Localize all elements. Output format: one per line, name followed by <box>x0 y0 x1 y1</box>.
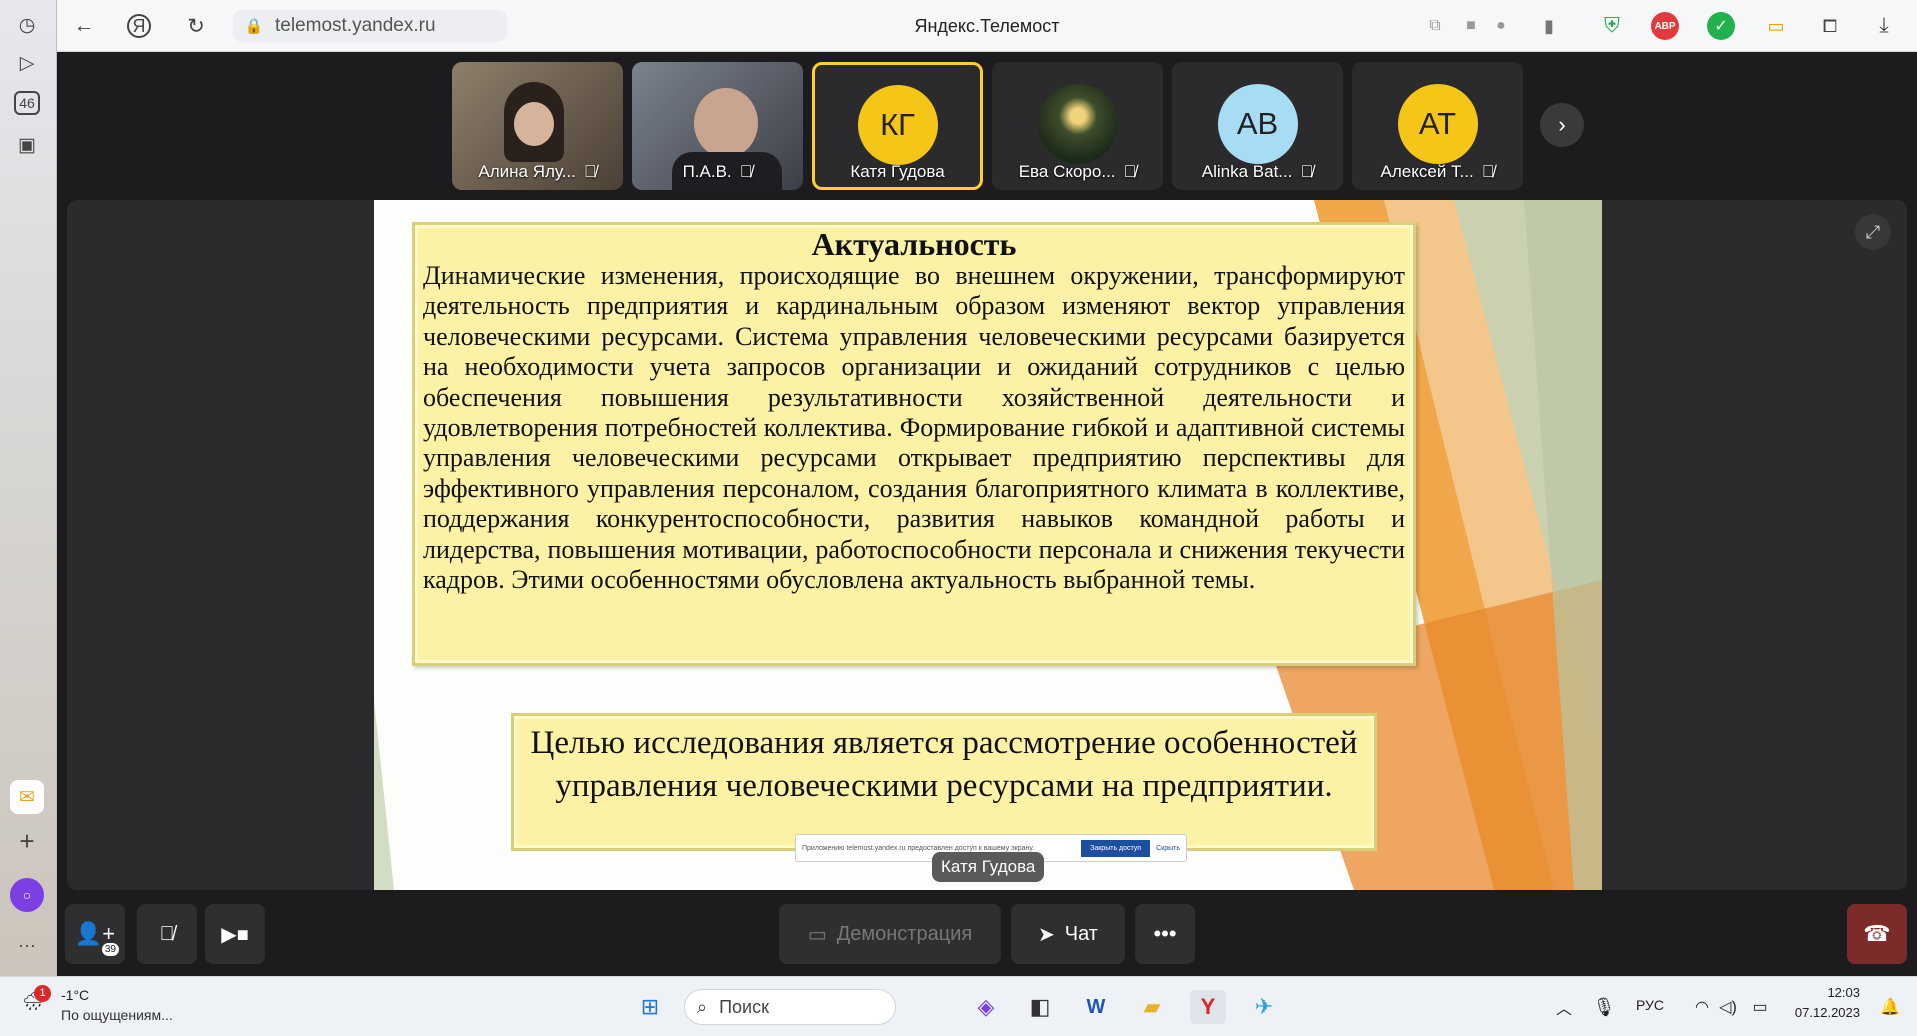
next-participants-chevron-icon[interactable]: › <box>1540 103 1584 147</box>
file-explorer-icon[interactable]: ▰ <box>1134 990 1170 1024</box>
send-icon: ➤ <box>1038 923 1055 946</box>
task-view-icon[interactable]: ◧ <box>1022 990 1058 1024</box>
volume-icon[interactable]: ◁) <box>1710 990 1746 1024</box>
demo-label: Демонстрация <box>836 922 973 945</box>
close-access-button[interactable]: Закрыть доступ <box>1081 839 1151 857</box>
collections-icon[interactable]: ⧠ <box>1815 11 1845 41</box>
adblock-icon[interactable]: ABP <box>1651 12 1679 40</box>
page-title: Яндекс.Телемост <box>914 16 1060 36</box>
taskbar-search[interactable]: ⌕ Поиск <box>684 989 896 1025</box>
lang-indicator[interactable]: РУС <box>1636 997 1664 1013</box>
participant-name: Алина Ялу... <box>478 162 576 181</box>
browser-sidebar: ◷ ▷ 46 ▣ ✉ + ○ ··· <box>0 0 57 976</box>
mic-off-icon: 🎙̸ <box>1123 162 1137 181</box>
telegram-icon[interactable]: ✈ <box>1246 990 1282 1024</box>
notice-text: Приложению telemost.yandex.ru предоставл… <box>802 844 1035 852</box>
battery-ext-icon[interactable]: ▭ <box>1761 11 1791 41</box>
weather-badge: 1 <box>34 985 51 1002</box>
download-icon[interactable]: ⤓ <box>1869 11 1899 41</box>
video-face <box>514 102 554 146</box>
participant-tile[interactable]: AB Alinka Bat... 🎙̸ <box>1172 62 1343 190</box>
participant-name: Алексей Т... <box>1380 162 1474 181</box>
search-icon: ⌕ <box>697 996 708 1017</box>
camera-status-icon[interactable]: ■ <box>1457 11 1485 41</box>
participant-name: П.А.В. <box>682 162 732 181</box>
hangup-button[interactable]: ☎ <box>1847 904 1907 964</box>
badge-46-icon[interactable]: 46 <box>14 91 40 115</box>
participant-tile-active[interactable]: КГ Катя Гудова <box>812 62 983 190</box>
browser-toolbar: ← Я ↻ 🔒 telemost.yandex.ru Яндекс.Телемо… <box>57 0 1917 52</box>
search-placeholder: Поиск <box>719 996 769 1017</box>
participant-name: Катя Гудова <box>850 162 945 181</box>
avatar: КГ <box>857 85 938 165</box>
presentation-slide: Актуальность Динамические изменения, про… <box>374 200 1602 890</box>
yandex-browser-icon[interactable]: Y <box>1190 990 1226 1024</box>
screenshot-icon[interactable]: ▣ <box>10 128 44 162</box>
participant-name: Alinka Bat... <box>1201 162 1293 181</box>
participant-name: Ева Скоро... <box>1018 162 1116 181</box>
battery-icon[interactable]: ▭ <box>1742 990 1778 1024</box>
mail-icon[interactable]: ✉ <box>10 780 44 814</box>
tray-chevron-icon[interactable]: ︿ <box>1546 990 1582 1024</box>
relevance-box: Актуальность Динамические изменения, про… <box>412 222 1416 666</box>
word-icon[interactable]: W <box>1078 990 1114 1024</box>
video-camera-icon: ▶■ <box>221 923 249 946</box>
speaker-label: Катя Гудова <box>932 852 1045 882</box>
mic-off-icon: 🎙̸ <box>739 162 753 181</box>
participant-tile[interactable]: Ева Скоро... 🎙̸ <box>992 62 1163 190</box>
clock-time[interactable]: 12:03 <box>1790 985 1860 1000</box>
play-icon[interactable]: ▷ <box>10 46 44 80</box>
weather-temp[interactable]: -1°C <box>61 987 89 1003</box>
windows-taskbar: 🌧 1 -1°C По ощущениям... ⊞ ⌕ Поиск ◈ ◧ W… <box>0 976 1917 1036</box>
hide-notice-button[interactable]: Скрыть <box>1156 845 1180 852</box>
participant-tile[interactable]: П.А.В. 🎙̸ <box>632 62 803 190</box>
chat-button[interactable]: ➤ Чат <box>1011 904 1125 964</box>
mic-off-icon: 🎙̸ <box>159 922 175 945</box>
goal-text: Целью исследования является рассмотрение… <box>530 725 1358 804</box>
microphone-button[interactable]: 🎙̸ <box>137 904 197 964</box>
goal-box: Целью исследования является рассмотрение… <box>511 713 1377 851</box>
avatar: АТ <box>1397 84 1478 164</box>
participant-tile[interactable]: АТ Алексей Т... 🎙̸ <box>1352 62 1523 190</box>
more-icon: ••• <box>1153 921 1177 946</box>
start-windows-icon[interactable]: ⊞ <box>632 990 668 1024</box>
alice-icon[interactable]: ○ <box>10 878 44 912</box>
mic-off-icon: 🎙̸ <box>583 162 597 181</box>
participant-tile[interactable]: Алина Ялу... 🎙̸ <box>452 62 623 190</box>
copilot-icon[interactable]: ◈ <box>968 990 1004 1024</box>
avatar: AB <box>1217 84 1298 164</box>
notification-bell-icon[interactable]: 🔔 <box>1872 990 1908 1024</box>
pip-icon[interactable]: ⧉ <box>1421 11 1449 41</box>
video-feed <box>694 88 758 158</box>
more-icon[interactable]: ··· <box>10 928 44 962</box>
slide-body-text: Динамические изменения, происходящие во … <box>423 261 1405 595</box>
fullscreen-icon[interactable]: ⤢ <box>1855 214 1891 250</box>
avatar-photo <box>1037 84 1118 164</box>
slide-heading: Актуальность <box>811 226 1017 262</box>
mic-status-icon[interactable]: ● <box>1487 11 1515 41</box>
more-options-button[interactable]: ••• <box>1135 904 1195 964</box>
invite-button[interactable]: 👤+ 39 <box>65 904 125 964</box>
camera-button[interactable]: ▶■ <box>205 904 265 964</box>
screen-share-button[interactable]: ▭ Демонстрация <box>779 904 1001 964</box>
shield-icon[interactable]: ⛨ <box>1597 11 1627 41</box>
phone-hangup-icon: ☎ <box>1863 921 1891 946</box>
mic-off-icon: 🎙̸ <box>1300 162 1314 181</box>
weather-desc[interactable]: По ощущениям... <box>61 1007 173 1023</box>
history-icon[interactable]: ◷ <box>10 8 44 42</box>
monitor-icon: ▭ <box>807 923 827 946</box>
telemost-app: Алина Ялу... 🎙̸ П.А.В. 🎙̸ КГ Катя Гудова Е… <box>57 52 1917 976</box>
add-icon[interactable]: + <box>10 824 44 858</box>
check-icon[interactable]: ✓ <box>1707 12 1735 40</box>
participants-count-badge: 39 <box>101 943 119 956</box>
mic-off-icon: 🎙̸ <box>1481 162 1495 181</box>
clock-date[interactable]: 07.12.2023 <box>1780 1005 1860 1020</box>
mic-tray-icon[interactable]: 🎙 <box>1586 990 1622 1024</box>
screen-share-stage: Актуальность Динамические изменения, про… <box>67 200 1907 890</box>
bookmark-icon[interactable]: ▮ <box>1535 11 1563 41</box>
chat-label: Чат <box>1064 922 1098 945</box>
